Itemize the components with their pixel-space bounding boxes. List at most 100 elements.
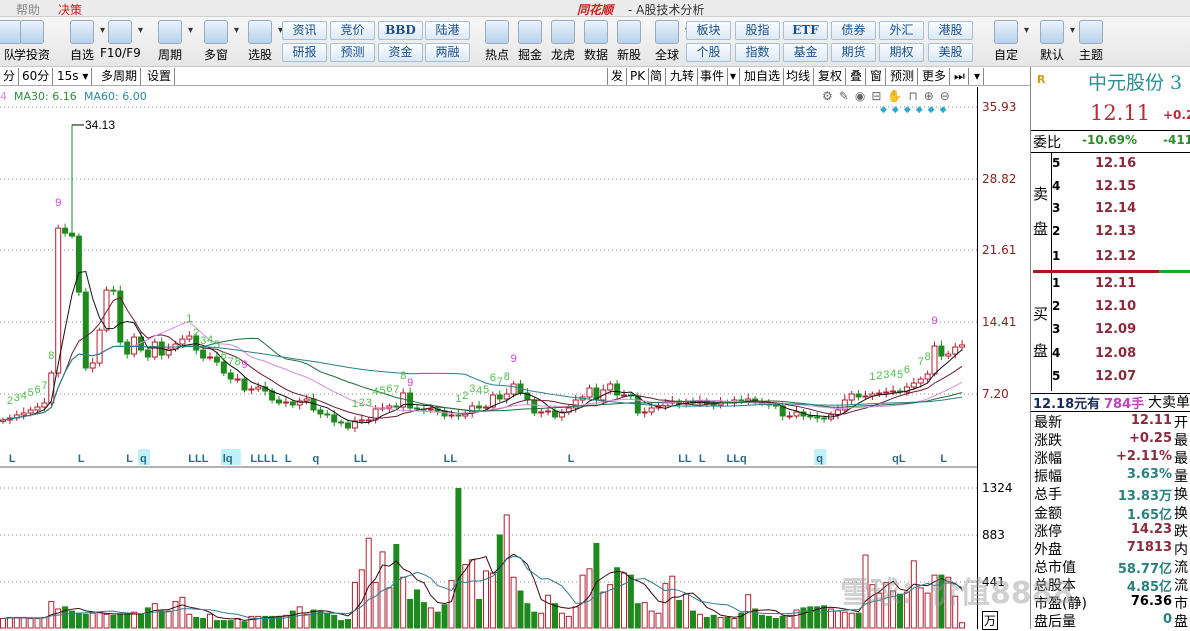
chart-tool-button[interactable]: 复权: [815, 68, 847, 85]
toolbar-text-button[interactable]: 外汇: [879, 21, 924, 40]
sell-price[interactable]: 12.16: [1095, 156, 1136, 171]
stat-label: 金额: [1034, 505, 1062, 522]
chart-tool-button[interactable]: 预测: [887, 68, 919, 85]
volume-bar: [179, 596, 186, 629]
toolbar-text-button[interactable]: 港股: [928, 21, 973, 40]
toolbar-text-button[interactable]: 两融: [425, 43, 470, 62]
toolbar-button[interactable]: 主题: [1071, 20, 1111, 63]
toolbar-button[interactable]: 默认: [1032, 20, 1075, 63]
toolbar-text-button[interactable]: 资讯: [282, 21, 327, 40]
chart-tool-button[interactable]: ▾: [971, 68, 985, 85]
toolbar-text-button[interactable]: 股指: [735, 21, 780, 40]
candle-body: [62, 227, 69, 234]
toolbar-text-button[interactable]: 研报: [282, 43, 327, 62]
period-tab[interactable]: 多周期: [98, 68, 142, 85]
volume-bar: [614, 567, 621, 629]
volume-bar: [752, 608, 759, 629]
chart-tool-button[interactable]: 发: [607, 68, 628, 85]
toolbar-text-button[interactable]: 个股: [686, 43, 731, 62]
toolbar-text-button[interactable]: 板块: [686, 21, 731, 40]
toolbar-button[interactable]: 选股: [240, 20, 283, 63]
settings-icon[interactable]: ⚙: [822, 89, 839, 103]
candle-body: [103, 289, 110, 331]
buy-price[interactable]: 12.10: [1095, 299, 1136, 314]
chart-tool-button[interactable]: 九转: [667, 68, 699, 85]
toolbar-text-button[interactable]: ETF: [783, 21, 828, 40]
volume-bar: [489, 572, 496, 629]
candle-body: [255, 386, 262, 390]
toolbar-text-button[interactable]: 债券: [831, 21, 876, 40]
pattern-marker: LL: [678, 453, 692, 465]
toolbar-button[interactable]: 学投资: [12, 20, 52, 63]
volume-bar: [13, 616, 20, 629]
buy-price[interactable]: 12.09: [1095, 322, 1136, 337]
toolbar-text-button[interactable]: 资金: [378, 43, 423, 62]
volume-bar: [552, 603, 558, 629]
toolbar-text-button[interactable]: BBD: [378, 21, 423, 40]
hand-icon[interactable]: ✋: [887, 89, 908, 103]
kline-chart[interactable]: 34.132 3 4 5 6 789123 4 56 7 8 91 2 34 5 6 7891 23 4 56 7 89…: [0, 105, 977, 629]
chart-tool-button[interactable]: ▾: [727, 68, 741, 85]
volume-bar: [386, 587, 393, 629]
toolbar-text-button[interactable]: 陆港: [425, 21, 470, 40]
chart-tool-button[interactable]: 均线: [783, 68, 815, 85]
candle-body: [365, 419, 372, 422]
period-tab[interactable]: 分: [0, 68, 20, 85]
toolbar-text-button[interactable]: 基金: [783, 43, 828, 62]
toolbar-button[interactable]: 自选: [62, 20, 105, 63]
volume-bar: [414, 589, 420, 629]
candle-body: [510, 383, 517, 395]
toolbar-button[interactable]: 多窗: [196, 20, 239, 63]
toolbar-button[interactable]: 新股: [609, 20, 649, 63]
sell-price[interactable]: 12.14: [1095, 201, 1136, 216]
chart-tool-button[interactable]: 简: [647, 68, 667, 85]
sell-price[interactable]: 12.13: [1095, 224, 1136, 239]
toolbar-text-button[interactable]: 美股: [928, 43, 973, 62]
chart-tool-button[interactable]: ⏭: [951, 68, 969, 85]
toolbar-text-button[interactable]: 期权: [879, 43, 924, 62]
chart-tool-button[interactable]: 加自选: [741, 68, 785, 85]
stat-label: 振幅: [1034, 469, 1062, 486]
td-sequence-label: 6: [35, 384, 41, 396]
period-tab[interactable]: 15s ▾: [54, 68, 93, 85]
chart-tool-button[interactable]: 事件: [697, 68, 729, 85]
period-tab[interactable]: 设置: [144, 68, 176, 85]
buy-price[interactable]: 12.08: [1095, 346, 1136, 361]
chart-tool-button[interactable]: 叠: [847, 68, 867, 85]
toolbar-text-button[interactable]: 指数: [735, 43, 780, 62]
lock-icon[interactable]: ⊓: [908, 89, 923, 103]
briefcase-icon[interactable]: ⊟: [871, 89, 887, 103]
toolbar-button[interactable]: 自定: [986, 20, 1029, 63]
sell-price[interactable]: 12.12: [1095, 249, 1136, 264]
buy-price[interactable]: 12.07: [1095, 369, 1136, 384]
toolbar-text-button[interactable]: 预测: [330, 43, 375, 62]
chart-tool-button[interactable]: 更多: [919, 68, 951, 85]
candle-body: [931, 345, 938, 375]
toolbar-text-button[interactable]: 竞价: [330, 21, 375, 40]
chart-tool-button[interactable]: 窗: [867, 68, 887, 85]
candle-body: [200, 349, 207, 359]
toolbar-button[interactable]: 周期: [150, 20, 193, 63]
eye-icon[interactable]: ◉: [855, 89, 871, 103]
volume-bar: [241, 621, 248, 629]
watermark: 雪球：价值8888: [840, 576, 1074, 611]
candle-body: [393, 405, 400, 408]
sell-price[interactable]: 12.15: [1095, 179, 1136, 194]
toolbar-text-button[interactable]: 期货: [831, 43, 876, 62]
toolbar-label: 全球: [654, 48, 679, 62]
chart-tool-button[interactable]: PK: [627, 68, 650, 85]
buy-price[interactable]: 12.11: [1095, 276, 1136, 291]
volume-bar: [400, 576, 407, 629]
bigorder-price: 12.18元有: [1033, 397, 1101, 412]
pen-icon[interactable]: ✎: [839, 89, 855, 103]
pattern-marker: q: [313, 453, 320, 465]
toolbar-button[interactable]: F10/F9: [100, 20, 143, 60]
zoom-out-icon[interactable]: ⊖: [940, 89, 956, 103]
menu-help[interactable]: 帮助: [16, 1, 40, 18]
menu-decision[interactable]: 决策: [58, 1, 82, 18]
zoom-in-icon[interactable]: ⊕: [924, 89, 940, 103]
td-sequence-label: 5: [380, 385, 386, 397]
candle-body: [455, 414, 462, 417]
toolbar-button[interactable]: 全球: [647, 20, 690, 63]
period-tab[interactable]: 60分: [19, 68, 54, 85]
